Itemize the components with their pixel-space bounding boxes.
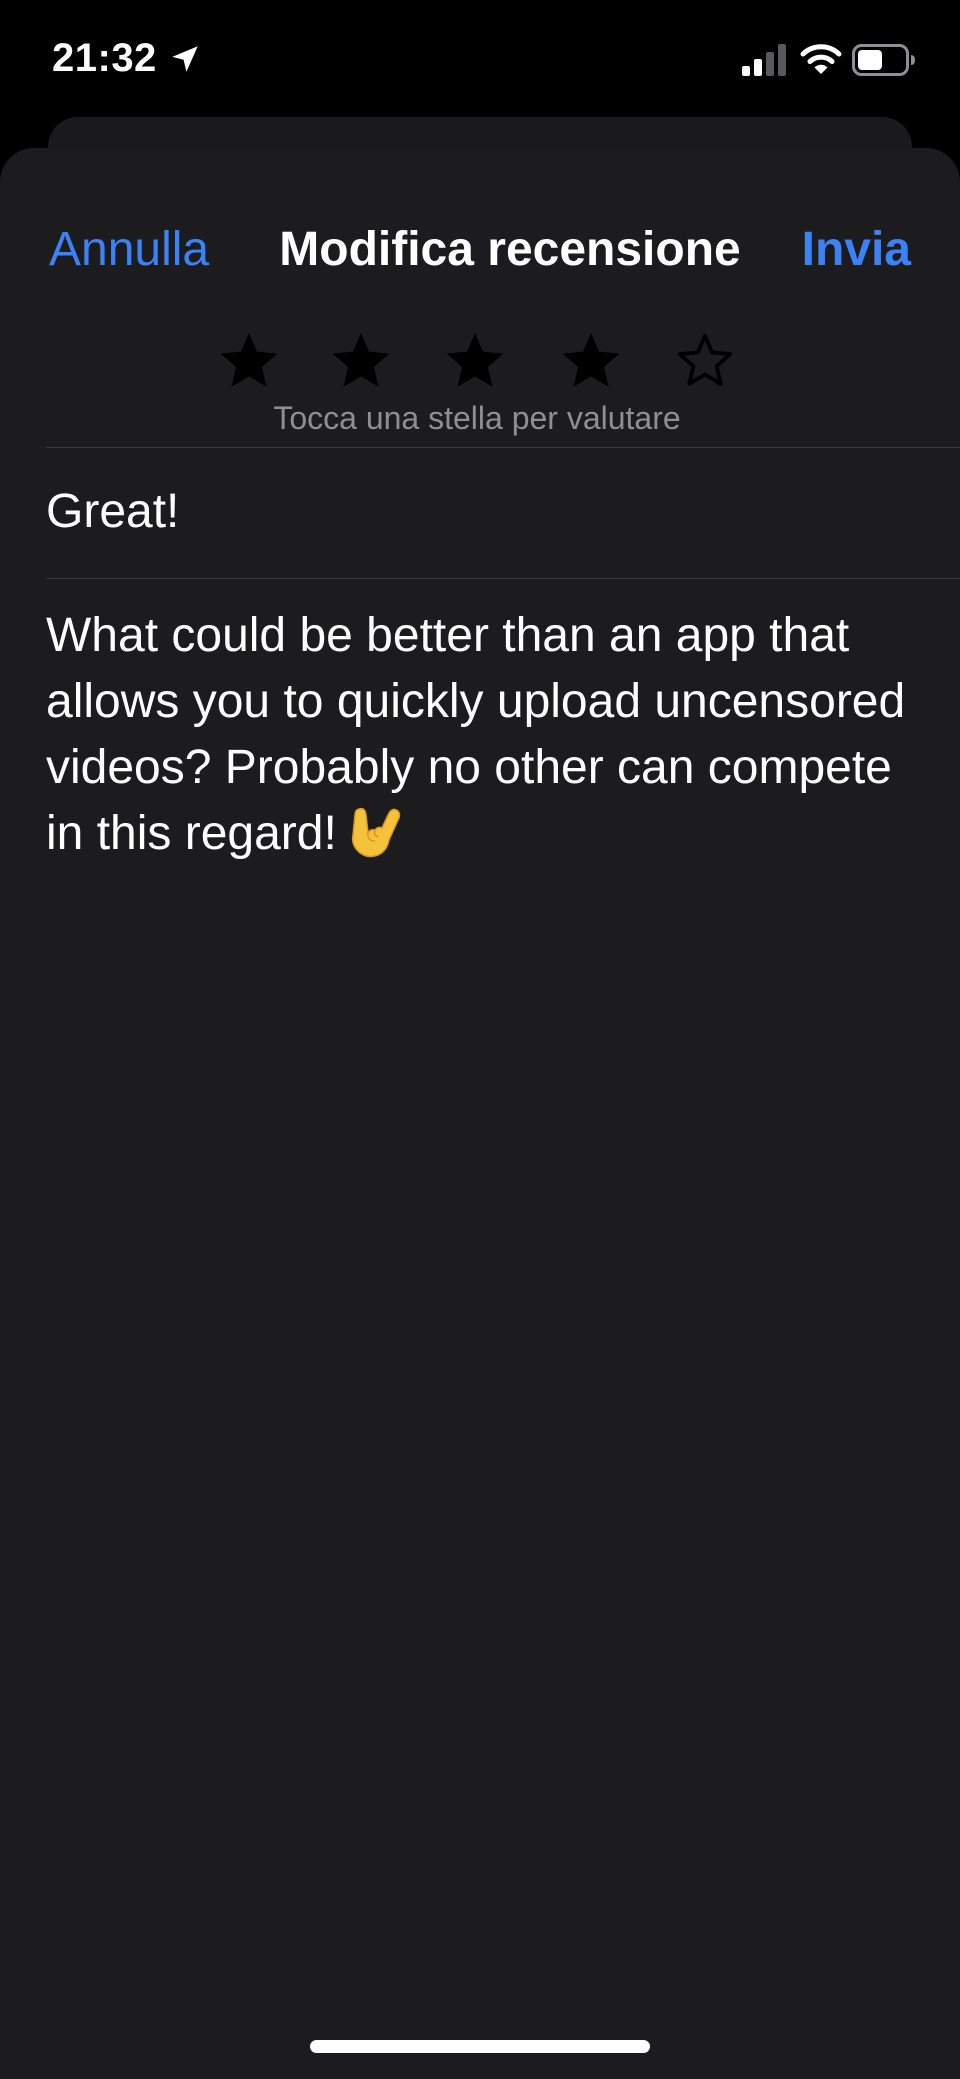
edit-review-sheet: Annulla Modifica recensione Invia Tocca …	[0, 148, 960, 2079]
rating-hint: Tocca una stella per valutare	[273, 400, 681, 436]
status-bar: 21:32	[0, 0, 960, 120]
signal-icon	[742, 44, 786, 76]
review-body-field[interactable]: What could be better than an app that al…	[46, 603, 936, 867]
star-rating	[212, 328, 752, 398]
wifi-icon	[800, 44, 842, 74]
cancel-button[interactable]: Annulla	[49, 208, 209, 292]
home-indicator[interactable]	[310, 2040, 650, 2053]
location-arrow-icon	[172, 46, 198, 72]
review-title-field[interactable]: Great!	[46, 476, 926, 556]
sign-of-the-horns-icon	[351, 807, 401, 858]
star-3-icon[interactable]	[442, 328, 508, 394]
battery-icon	[852, 44, 915, 76]
star-4-icon[interactable]	[558, 328, 624, 394]
send-button[interactable]: Invia	[802, 208, 911, 292]
screen: 21:32 Annulla Modifica recensione Invia	[0, 0, 960, 2079]
divider	[46, 578, 960, 579]
review-body-text: What could be better than an app that al…	[46, 609, 906, 860]
star-2-icon[interactable]	[328, 328, 394, 394]
star-5-icon[interactable]	[672, 328, 738, 394]
status-time: 21:32	[52, 36, 157, 80]
nav-bar: Annulla Modifica recensione Invia	[0, 208, 960, 292]
star-1-icon[interactable]	[216, 328, 282, 394]
divider	[46, 447, 960, 448]
